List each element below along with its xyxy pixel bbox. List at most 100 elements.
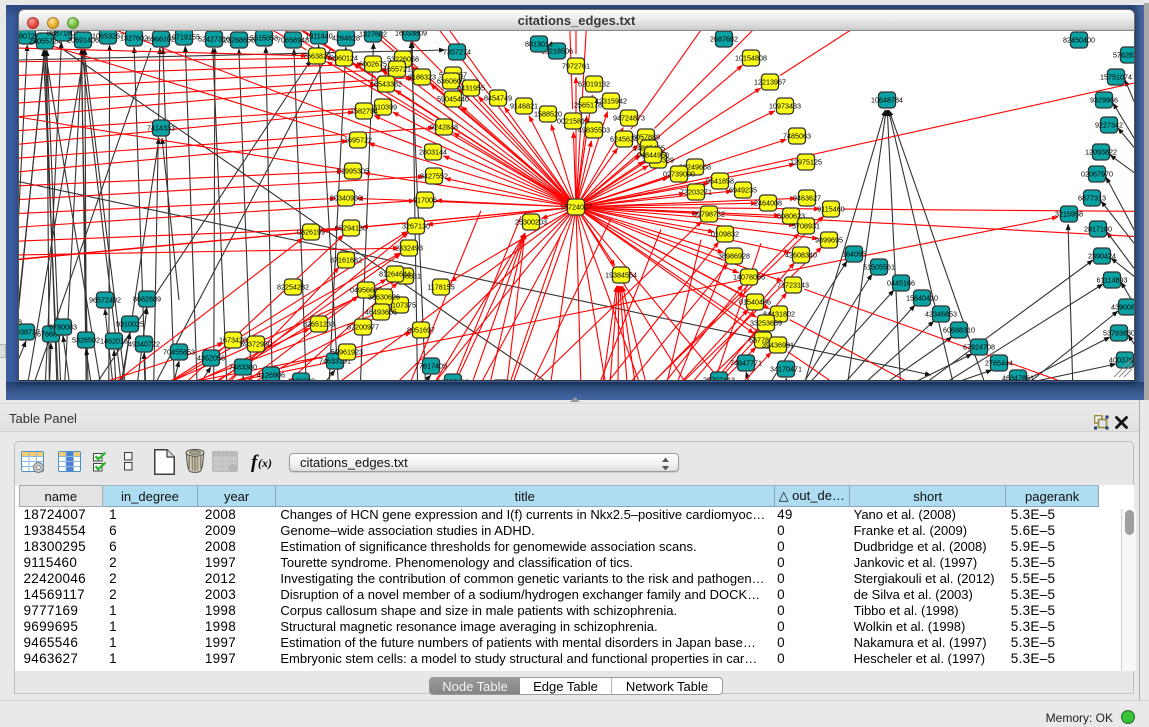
svg-text:4655721: 4655721 bbox=[383, 65, 411, 74]
svg-text:01540486: 01540486 bbox=[739, 298, 771, 307]
svg-text:0445166: 0445166 bbox=[887, 279, 915, 288]
svg-text:9329966: 9329966 bbox=[1090, 96, 1118, 105]
svg-text:10648784: 10648784 bbox=[871, 96, 903, 105]
svg-text:9242848: 9242848 bbox=[430, 123, 458, 132]
svg-text:4431982: 4431982 bbox=[287, 377, 315, 382]
svg-text:9463627: 9463627 bbox=[793, 194, 821, 203]
svg-text:87200977: 87200977 bbox=[347, 323, 379, 332]
svg-text:15640410: 15640410 bbox=[906, 294, 938, 303]
svg-text:5515058: 5515058 bbox=[250, 34, 278, 43]
svg-text:8051697: 8051697 bbox=[407, 326, 435, 335]
svg-text:01995305: 01995305 bbox=[337, 167, 369, 176]
svg-text:40718818: 40718818 bbox=[19, 318, 22, 327]
svg-text:4264628: 4264628 bbox=[332, 34, 360, 43]
svg-text:77617409: 77617409 bbox=[415, 362, 447, 371]
svg-text:51505561: 51505561 bbox=[863, 263, 895, 272]
svg-text:9310025: 9310025 bbox=[116, 320, 144, 329]
svg-text:33253659: 33253659 bbox=[750, 319, 782, 328]
svg-text:70455853: 70455853 bbox=[163, 348, 195, 357]
svg-text:61114893: 61114893 bbox=[1097, 276, 1128, 285]
svg-text:0431955: 0431955 bbox=[457, 84, 485, 93]
svg-text:1582794: 1582794 bbox=[350, 107, 378, 116]
svg-text:2817180: 2817180 bbox=[1084, 225, 1112, 234]
svg-text:2765444: 2765444 bbox=[985, 359, 1013, 368]
svg-text:1327602: 1327602 bbox=[359, 31, 387, 39]
svg-text:9227342: 9227342 bbox=[1095, 121, 1123, 130]
svg-text:7414333: 7414333 bbox=[147, 124, 175, 133]
svg-text:7972761: 7972761 bbox=[562, 62, 590, 71]
svg-text:04844950: 04844950 bbox=[637, 151, 669, 160]
svg-text:02067970: 02067970 bbox=[1081, 170, 1113, 179]
svg-text:16543382: 16543382 bbox=[370, 80, 402, 89]
svg-text:71723143: 71723143 bbox=[777, 281, 809, 290]
svg-text:10154808: 10154808 bbox=[735, 54, 767, 63]
svg-text:34170471: 34170471 bbox=[770, 365, 802, 374]
svg-text:82651233: 82651233 bbox=[303, 320, 335, 329]
svg-text:16033809: 16033809 bbox=[395, 31, 427, 38]
svg-text:0109832: 0109832 bbox=[711, 230, 739, 239]
svg-text:9115460: 9115460 bbox=[817, 205, 844, 214]
svg-text:31925449: 31925449 bbox=[437, 378, 469, 382]
svg-text:39436991: 39436991 bbox=[762, 341, 794, 350]
svg-text:12093822: 12093822 bbox=[1085, 148, 1117, 157]
svg-text:4352056: 4352056 bbox=[197, 354, 225, 363]
svg-text:1695722: 1695722 bbox=[344, 136, 372, 145]
svg-text:8960124: 8960124 bbox=[330, 54, 358, 63]
svg-text:2803144: 2803144 bbox=[419, 148, 447, 157]
svg-text:19384554: 19384554 bbox=[605, 271, 637, 280]
svg-text:99798732: 99798732 bbox=[693, 210, 725, 219]
svg-text:164095: 164095 bbox=[842, 250, 866, 259]
svg-text:14078066: 14078066 bbox=[733, 273, 765, 282]
svg-text:72203271: 72203271 bbox=[680, 188, 712, 197]
svg-text:49340722: 49340722 bbox=[128, 340, 160, 349]
svg-text:25300203: 25300203 bbox=[515, 218, 547, 227]
svg-text:8454749: 8454749 bbox=[484, 94, 512, 103]
svg-text:1462016: 1462016 bbox=[100, 337, 128, 346]
svg-text:65294130: 65294130 bbox=[335, 224, 367, 233]
svg-text:1327602: 1327602 bbox=[120, 34, 148, 43]
svg-text:82450400: 82450400 bbox=[1063, 36, 1095, 45]
svg-text:43900847: 43900847 bbox=[1111, 303, 1135, 312]
svg-text:10973433: 10973433 bbox=[769, 102, 801, 111]
svg-text:4126906: 4126906 bbox=[257, 371, 285, 380]
svg-text:42346853: 42346853 bbox=[925, 310, 957, 319]
svg-text:7483380: 7483380 bbox=[229, 363, 257, 372]
svg-text:917006: 917006 bbox=[413, 196, 437, 205]
svg-text:20707413: 20707413 bbox=[703, 376, 735, 382]
svg-text:0826199: 0826199 bbox=[297, 228, 325, 237]
svg-text:02739000: 02739000 bbox=[663, 170, 695, 179]
svg-text:36630626: 36630626 bbox=[368, 293, 400, 302]
svg-text:6877313: 6877313 bbox=[1078, 194, 1106, 203]
svg-text:87161682: 87161682 bbox=[330, 256, 362, 265]
svg-text:2687682: 2687682 bbox=[710, 35, 738, 44]
svg-text:7357274: 7357274 bbox=[443, 48, 471, 57]
svg-text:12213967: 12213967 bbox=[754, 78, 786, 87]
svg-text:8427552: 8427552 bbox=[420, 172, 448, 181]
svg-text:38986928: 38986928 bbox=[718, 252, 750, 261]
svg-text:62019132: 62019132 bbox=[578, 80, 610, 89]
svg-text:10719155: 10719155 bbox=[168, 33, 200, 42]
svg-text:7663822: 7663822 bbox=[303, 52, 331, 61]
svg-text:67924708: 67924708 bbox=[963, 343, 995, 352]
svg-text:94724873: 94724873 bbox=[613, 114, 645, 123]
svg-text:2390424: 2390424 bbox=[1088, 252, 1116, 261]
svg-text:12975125: 12975125 bbox=[790, 158, 822, 167]
svg-text:2332493: 2332493 bbox=[395, 244, 423, 253]
svg-text:46493665: 46493665 bbox=[365, 308, 397, 317]
svg-text:70658948: 70658948 bbox=[277, 36, 309, 45]
svg-text:59045440: 59045440 bbox=[437, 95, 469, 104]
svg-text:3267130: 3267130 bbox=[402, 222, 430, 231]
svg-text:8813014: 8813014 bbox=[525, 40, 553, 49]
svg-text:6949235: 6949235 bbox=[729, 186, 757, 195]
svg-text:00215810: 00215810 bbox=[557, 117, 589, 126]
svg-text:18724007: 18724007 bbox=[560, 203, 592, 212]
svg-text:2464008: 2464008 bbox=[754, 199, 782, 208]
svg-text:5708931: 5708931 bbox=[792, 222, 820, 231]
svg-text:6780083: 6780083 bbox=[49, 323, 77, 332]
svg-text:(x): (x) bbox=[258, 456, 272, 470]
svg-text:20340930: 20340930 bbox=[330, 194, 362, 203]
svg-text:8682889: 8682889 bbox=[133, 295, 161, 304]
svg-text:60688310: 60688310 bbox=[943, 326, 975, 335]
svg-text:9899695: 9899695 bbox=[815, 236, 843, 245]
svg-text:69372930: 69372930 bbox=[240, 340, 272, 349]
